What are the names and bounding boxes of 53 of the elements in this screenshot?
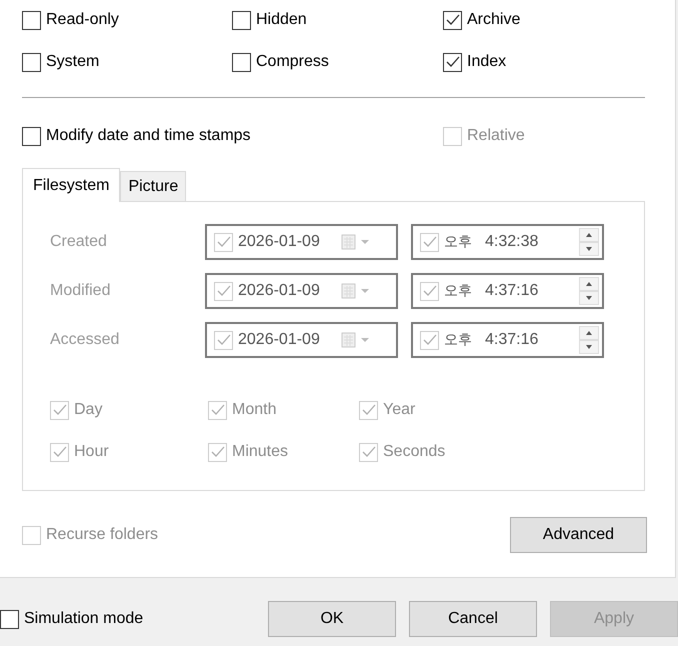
- checkbox[interactable]: [443, 52, 462, 72]
- time-picker[interactable]: 오후 4:32:38: [411, 224, 604, 260]
- date-picker[interactable]: 2026-01-09: [205, 273, 398, 309]
- date-value: 2026-01-09: [238, 281, 320, 301]
- advanced-button[interactable]: Advanced: [510, 517, 647, 553]
- checkbox-label: Simulation mode: [24, 609, 144, 629]
- checkbox-label: Seconds: [383, 442, 446, 462]
- checkbox-label: Day: [74, 400, 102, 420]
- spin-icon[interactable]: [579, 277, 599, 305]
- am-pm-value: 오후: [444, 232, 472, 252]
- checkbox[interactable]: [22, 52, 41, 72]
- checkbox-label: Hour: [74, 442, 109, 462]
- checkbox-label: Month: [232, 400, 276, 420]
- spin-icon[interactable]: [579, 326, 599, 354]
- field-label: Created: [50, 232, 108, 252]
- time-value: 4:37:16: [485, 281, 538, 301]
- date-picker[interactable]: 2026-01-09: [205, 224, 398, 260]
- checkbox-label: Modify date and time stamps: [46, 126, 251, 146]
- time-value: 4:32:38: [485, 232, 538, 252]
- dialog-button[interactable]: OK: [268, 601, 396, 637]
- checkbox[interactable]: [232, 52, 251, 72]
- checkbox[interactable]: [443, 10, 462, 30]
- field-label: Accessed: [50, 330, 120, 350]
- am-pm-value: 오후: [444, 330, 472, 350]
- checkbox-label: Hidden: [256, 10, 307, 30]
- time-value: 4:37:16: [485, 330, 538, 350]
- checkbox-label: Read-only: [46, 10, 119, 30]
- calendar-dropdown-icon[interactable]: [340, 283, 371, 299]
- checkbox[interactable]: [22, 126, 41, 146]
- date-value: 2026-01-09: [238, 232, 320, 252]
- checkbox-label: Minutes: [232, 442, 288, 462]
- checkbox-label: Archive: [467, 10, 520, 30]
- checkbox[interactable]: [0, 610, 19, 628]
- tab[interactable]: Filesystem: [22, 168, 120, 202]
- checkbox-label: Compress: [256, 52, 329, 72]
- checkbox[interactable]: [22, 10, 41, 30]
- time-picker[interactable]: 오후 4:37:16: [411, 273, 604, 309]
- date-value: 2026-01-09: [238, 330, 320, 350]
- am-pm-value: 오후: [444, 282, 472, 300]
- date-picker[interactable]: 2026-01-09: [205, 322, 398, 358]
- field-label: Modified: [50, 281, 112, 301]
- calendar-dropdown-icon[interactable]: [340, 332, 371, 348]
- checkbox[interactable]: [232, 10, 251, 30]
- tab[interactable]: Picture: [120, 171, 186, 201]
- checkbox-label: Relative: [467, 126, 525, 146]
- checkbox-label: Recurse folders: [46, 525, 158, 545]
- checkbox-label: System: [46, 52, 100, 72]
- calendar-dropdown-icon[interactable]: [340, 234, 371, 250]
- time-picker[interactable]: 오후 4:37:16: [411, 322, 604, 358]
- dialog-button[interactable]: Cancel: [409, 601, 537, 637]
- checkbox-label: Year: [383, 400, 416, 420]
- checkbox-label: Index: [467, 52, 506, 72]
- spin-icon[interactable]: [579, 228, 599, 256]
